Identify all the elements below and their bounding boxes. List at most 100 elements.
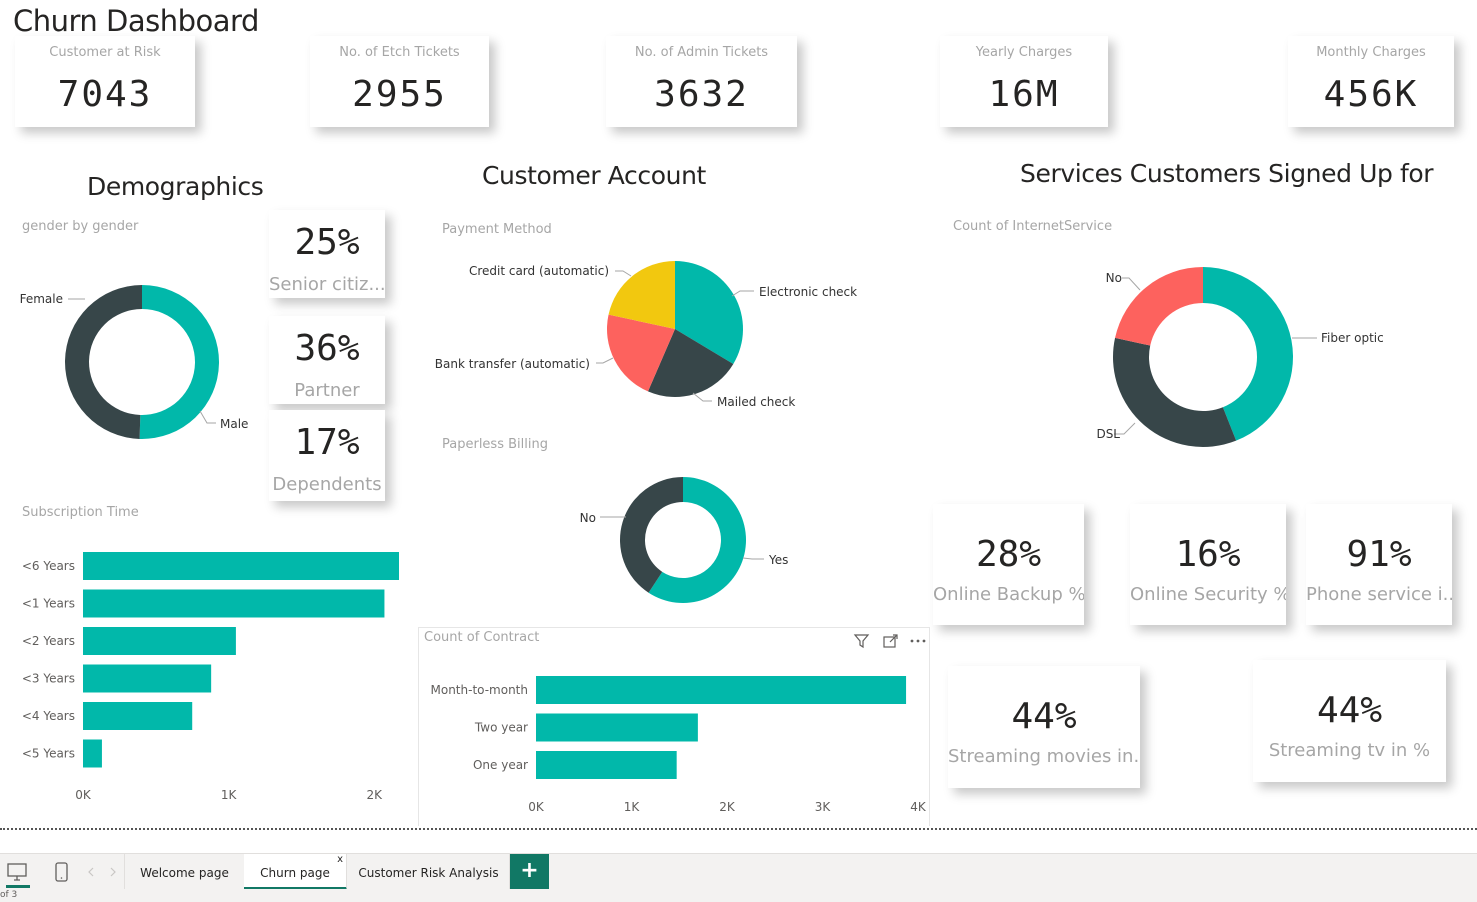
kpi-value: 2955 [352, 74, 447, 115]
phone-service-card[interactable]: 91% Phone service i... [1306, 504, 1452, 625]
kpi-etch-tickets[interactable]: No. of Etch Tickets 2955 [310, 36, 489, 127]
online-security-card[interactable]: 16% Online Security % [1130, 504, 1286, 625]
leader-line [596, 357, 614, 364]
bar--4-years[interactable] [83, 702, 193, 730]
slice-dsl[interactable] [1113, 337, 1237, 447]
category-label: <6 Years [22, 559, 75, 573]
slice-no[interactable] [620, 477, 683, 593]
subscription-bar-chart[interactable]: <6 Years <1 Years <2 Years <3 Years <4 Years… [0, 530, 420, 820]
bar--2-years[interactable] [83, 627, 236, 655]
internet-chart-title: Count of InternetService [953, 219, 1113, 234]
kpi-label: Monthly Charges [1316, 45, 1426, 60]
subscription-chart-title: Subscription Time [22, 505, 139, 520]
slice-label: Electronic check [759, 285, 857, 299]
internet-donut-chart[interactable]: Fiber optic DSL No [1060, 240, 1420, 470]
bar--3-years[interactable] [83, 664, 212, 693]
category-label: Month-to-month [431, 683, 529, 697]
slice-label: Male [220, 417, 248, 431]
card-value: 25% [294, 222, 360, 263]
category-label: <2 Years [22, 634, 75, 648]
kpi-label: No. of Etch Tickets [339, 45, 460, 60]
tick-label: 3K [815, 800, 832, 814]
contract-bar-chart[interactable]: Month-to-month Two year One year 0K 1K 2K 3K 4K [418, 650, 930, 822]
contract-chart-title: Count of Contract [424, 630, 540, 645]
tab-churn-page[interactable]: Churn page x [244, 854, 347, 890]
payment-chart-title: Payment Method [442, 222, 552, 237]
chevron-left-icon[interactable] [86, 866, 96, 878]
card-label: Online Backup % [933, 584, 1084, 605]
slice-label: Female [20, 292, 63, 306]
kpi-yearly-charges[interactable]: Yearly Charges 16M [940, 36, 1108, 127]
mobile-layout-icon[interactable] [52, 861, 70, 883]
leader-line [692, 392, 712, 402]
filter-icon[interactable] [853, 632, 871, 650]
leader-line [615, 270, 632, 277]
bar--5-years[interactable] [83, 739, 102, 768]
category-label: <1 Years [22, 597, 75, 611]
tick-label: 1K [624, 800, 641, 814]
add-page-button[interactable]: + [510, 854, 549, 890]
bar-two-year[interactable] [536, 713, 698, 742]
focus-mode-icon[interactable] [882, 633, 900, 651]
card-label: Dependents [272, 474, 382, 495]
card-value: 28% [975, 534, 1042, 575]
card-label: Partner [294, 380, 360, 401]
kpi-value: 3632 [654, 74, 749, 115]
desktop-layout-icon[interactable] [6, 861, 28, 883]
slice-male[interactable] [139, 285, 219, 439]
page-tab-bar: Welcome page Churn page x Customer Risk … [0, 853, 1477, 890]
slice-no[interactable] [1115, 267, 1203, 346]
partner-card[interactable]: 36% Partner [269, 316, 385, 404]
section-demographics: Demographics [87, 172, 264, 201]
tab-label: Churn page [260, 866, 330, 880]
card-label: Streaming tv in % [1268, 740, 1431, 761]
card-value: 91% [1346, 534, 1412, 575]
close-icon[interactable]: x [337, 841, 343, 879]
kpi-monthly-charges[interactable]: Monthly Charges 456K [1288, 36, 1454, 127]
card-label: Streaming movies in... [948, 746, 1140, 767]
chevron-right-icon[interactable] [108, 866, 118, 878]
paperless-donut-chart[interactable]: Yes No [540, 458, 840, 618]
kpi-value: 7043 [57, 74, 153, 115]
tick-label: 2K [366, 788, 383, 802]
senior-citizen-card[interactable]: 25% Senior citiz... [269, 210, 385, 298]
slice-label: Bank transfer (automatic) [435, 357, 590, 371]
payment-pie-chart[interactable]: Electronic check Mailed check Bank transfe… [420, 240, 920, 430]
slice-label: Mailed check [717, 395, 795, 409]
card-value: 44% [1316, 690, 1383, 731]
online-backup-card[interactable]: 28% Online Backup % [933, 504, 1084, 625]
status-strip: of 3 [0, 889, 1477, 902]
slice-label: Credit card (automatic) [469, 264, 609, 278]
slice-label: Fiber optic [1321, 331, 1384, 345]
streaming-tv-card[interactable]: 44% Streaming tv in % [1253, 660, 1446, 782]
gender-chart-title: gender by gender [22, 219, 139, 234]
category-label: <4 Years [22, 709, 75, 723]
gender-donut-chart[interactable]: Male Female [0, 240, 270, 490]
desktop-layout-indicator [6, 885, 30, 888]
tick-label: 2K [719, 800, 736, 814]
tab-customer-risk-analysis[interactable]: Customer Risk Analysis [348, 854, 510, 890]
paperless-chart-title: Paperless Billing [442, 437, 548, 452]
leader-line [1122, 277, 1141, 291]
category-label: Two year [474, 721, 528, 735]
tick-label: 4K [910, 800, 927, 814]
bar--6-years[interactable] [83, 552, 399, 580]
card-value: 17% [294, 422, 360, 463]
dependents-card[interactable]: 17% Dependents [269, 410, 385, 501]
slice-female[interactable] [64, 285, 142, 439]
leader-line [199, 410, 216, 424]
page-border-divider [0, 828, 1477, 830]
bar--1-years[interactable] [83, 589, 385, 618]
card-label: Senior citiz... [269, 274, 385, 295]
bar-one-year[interactable] [536, 751, 677, 779]
bar-month-to-month[interactable] [536, 676, 907, 704]
slice-label: DSL [1096, 427, 1120, 441]
section-services: Services Customers Signed Up for [1020, 159, 1434, 188]
kpi-label: Customer at Risk [49, 45, 161, 60]
streaming-movies-card[interactable]: 44% Streaming movies in... [948, 666, 1140, 788]
section-customer-account: Customer Account [482, 161, 706, 190]
kpi-admin-tickets[interactable]: No. of Admin Tickets 3632 [606, 36, 797, 127]
tab-welcome-page[interactable]: Welcome page [124, 854, 245, 890]
card-label: Phone service i... [1306, 584, 1452, 605]
kpi-customer-at-risk[interactable]: Customer at Risk 7043 [15, 36, 195, 127]
